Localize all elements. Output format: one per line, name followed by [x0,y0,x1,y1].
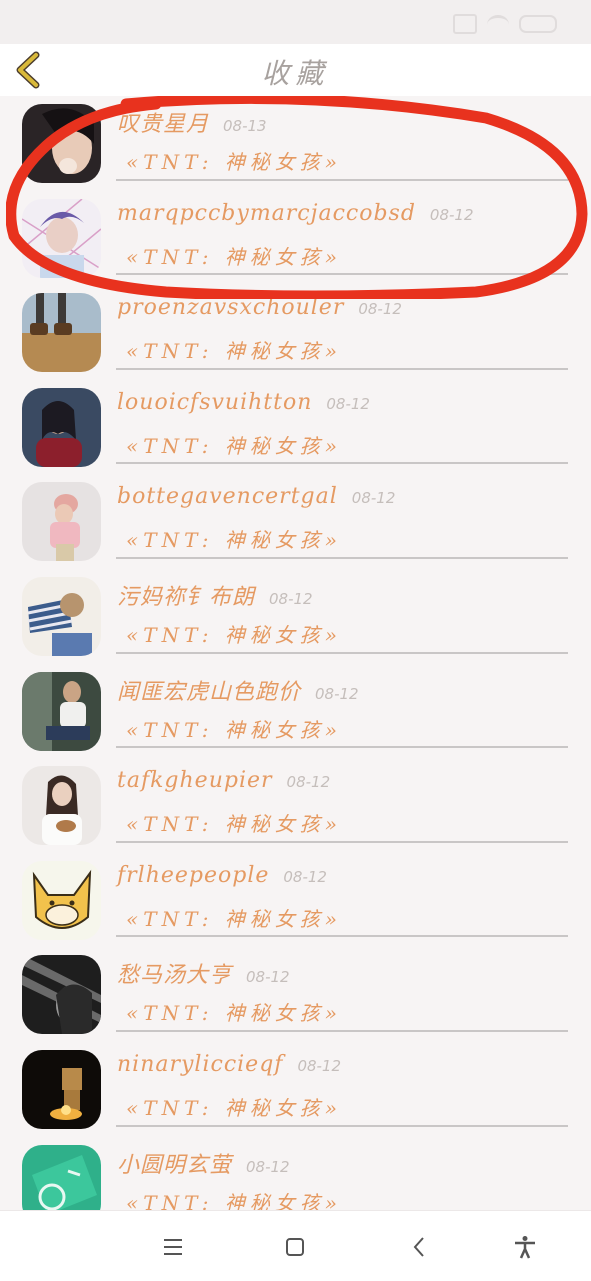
list-item-date: 08-12 [429,205,474,224]
list-item-name: marqpccbymarcjaccobsd 08-12 [117,200,474,226]
divider [116,1029,568,1032]
list-item-date: 08-12 [358,300,402,319]
avatar [22,671,101,751]
list-item-date: 08-12 [283,867,327,886]
accessibility-button[interactable] [505,1227,545,1267]
divider [116,367,568,370]
list-item-work: «TNT: 神秘女孩» [126,1190,343,1210]
list-item[interactable]: 愁马汤大亨 08-12 «TNT: 神秘女孩» [0,947,591,1042]
list-item-name: 污妈祢钅布朗 08-12 [117,584,313,610]
list-item-date: 08-12 [246,1157,290,1176]
divider [116,556,568,559]
list-item[interactable]: proenzavsxchouler 08-12 «TNT: 神秘女孩» [0,285,591,380]
list-item-name: proenzavsxchouler 08-12 [117,295,402,321]
screen-icon [453,14,477,34]
avatar [22,482,101,562]
avatar [22,387,101,467]
list-item-work: «TNT: 神秘女孩» [126,339,343,364]
divider [116,178,568,181]
menu-icon [164,1239,182,1255]
list-item-name: louoicfsvuihtton 08-12 [117,389,370,415]
divider [116,651,568,654]
accessibility-icon [515,1236,535,1259]
list-item-date: 08-13 [223,117,267,135]
list-item[interactable]: frlheepeople 08-12 «TNT: 神秘女孩» [0,853,591,948]
list-item-work: «TNT: 神秘女孩» [126,150,343,174]
list-item[interactable]: louoicfsvuihtton 08-12 «TNT: 神秘女孩» [0,380,591,475]
avatar [22,576,101,656]
list-item-work: «TNT: 神秘女孩» [126,528,343,553]
list-item-work: «TNT: 神秘女孩» [126,622,343,647]
list-item[interactable]: 小圆明玄萤 08-12 «TNT: 神秘女孩» [0,1137,591,1210]
list-item-name: ninaryliccieqf 08-12 [117,1051,342,1077]
status-bar [0,0,591,44]
list-item-date: 08-12 [326,394,370,413]
wifi-icon [487,14,509,34]
list-item-work: «TNT: 神秘女孩» [126,717,343,742]
list-item-name: frlheepeople 08-12 [117,862,327,888]
list-item[interactable]: 闻匪宏虎山色跑价 08-12 «TNT: 神秘女孩» [0,664,591,759]
list-item[interactable]: 叹贵星月 08-13 «TNT: 神秘女孩» [0,96,591,191]
list-item[interactable]: ninaryliccieqf 08-12 «TNT: 神秘女孩» [0,1042,591,1137]
avatar [22,293,101,373]
list-item-name: 愁马汤大亨 08-12 [117,963,290,989]
back-icon [413,1237,424,1257]
list-item-work: «TNT: 神秘女孩» [126,812,343,837]
menu-button[interactable] [153,1227,193,1267]
avatar [22,955,101,1035]
avatar [22,766,101,846]
list-item-name: 小圆明玄萤 08-12 [117,1152,290,1178]
system-nav-bar [0,1210,591,1281]
list-item-date: 08-12 [351,489,396,508]
battery-icon [519,15,557,33]
avatar [22,1049,101,1129]
list-item-work: «TNT: 神秘女孩» [126,433,343,458]
back-nav-button[interactable] [399,1227,439,1267]
square-icon [286,1238,304,1256]
list-item-work: «TNT: 神秘女孩» [126,1095,343,1120]
avatar [22,860,101,940]
divider [116,935,568,938]
divider [116,840,568,843]
list-item-name: 叹贵星月 08-13 [117,112,267,137]
favorites-list: 叹贵星月 08-13 «TNT: 神秘女孩» marqpccbymarcjacco… [0,96,591,1210]
list-item-date: 08-12 [246,968,290,987]
list-item-date: 08-12 [269,589,313,608]
list-item[interactable]: marqpccbymarcjaccobsd 08-12 «TNT: 神秘女孩» [0,191,591,286]
list-item[interactable]: 污妈祢钅布朗 08-12 «TNT: 神秘女孩» [0,569,591,664]
list-item[interactable]: bottegavencertgal 08-12 «TNT: 神秘女孩» [0,474,591,569]
avatar [22,1144,101,1210]
divider [116,462,568,465]
list-item-date: 08-12 [286,773,331,792]
page-title: 收藏 [261,57,330,90]
list-item-name: bottegavencertgal 08-12 [117,484,396,510]
list-item-name: tafkgheupier 08-12 [117,768,331,794]
divider [116,273,568,276]
header: 收藏 [0,44,591,96]
divider [116,1124,568,1127]
list-item-date: 08-12 [297,1056,342,1075]
list-item[interactable]: tafkgheupier 08-12 «TNT: 神秘女孩» [0,758,591,853]
home-button[interactable] [275,1227,315,1267]
avatar [22,104,101,183]
list-item-work: «TNT: 神秘女孩» [126,244,343,269]
list-item-work: «TNT: 神秘女孩» [126,1001,343,1026]
divider [116,746,568,749]
list-item-work: «TNT: 神秘女孩» [126,906,343,931]
list-item-name: 闻匪宏虎山色跑价 08-12 [117,679,359,705]
list-item-date: 08-12 [315,684,359,703]
avatar [22,198,101,278]
